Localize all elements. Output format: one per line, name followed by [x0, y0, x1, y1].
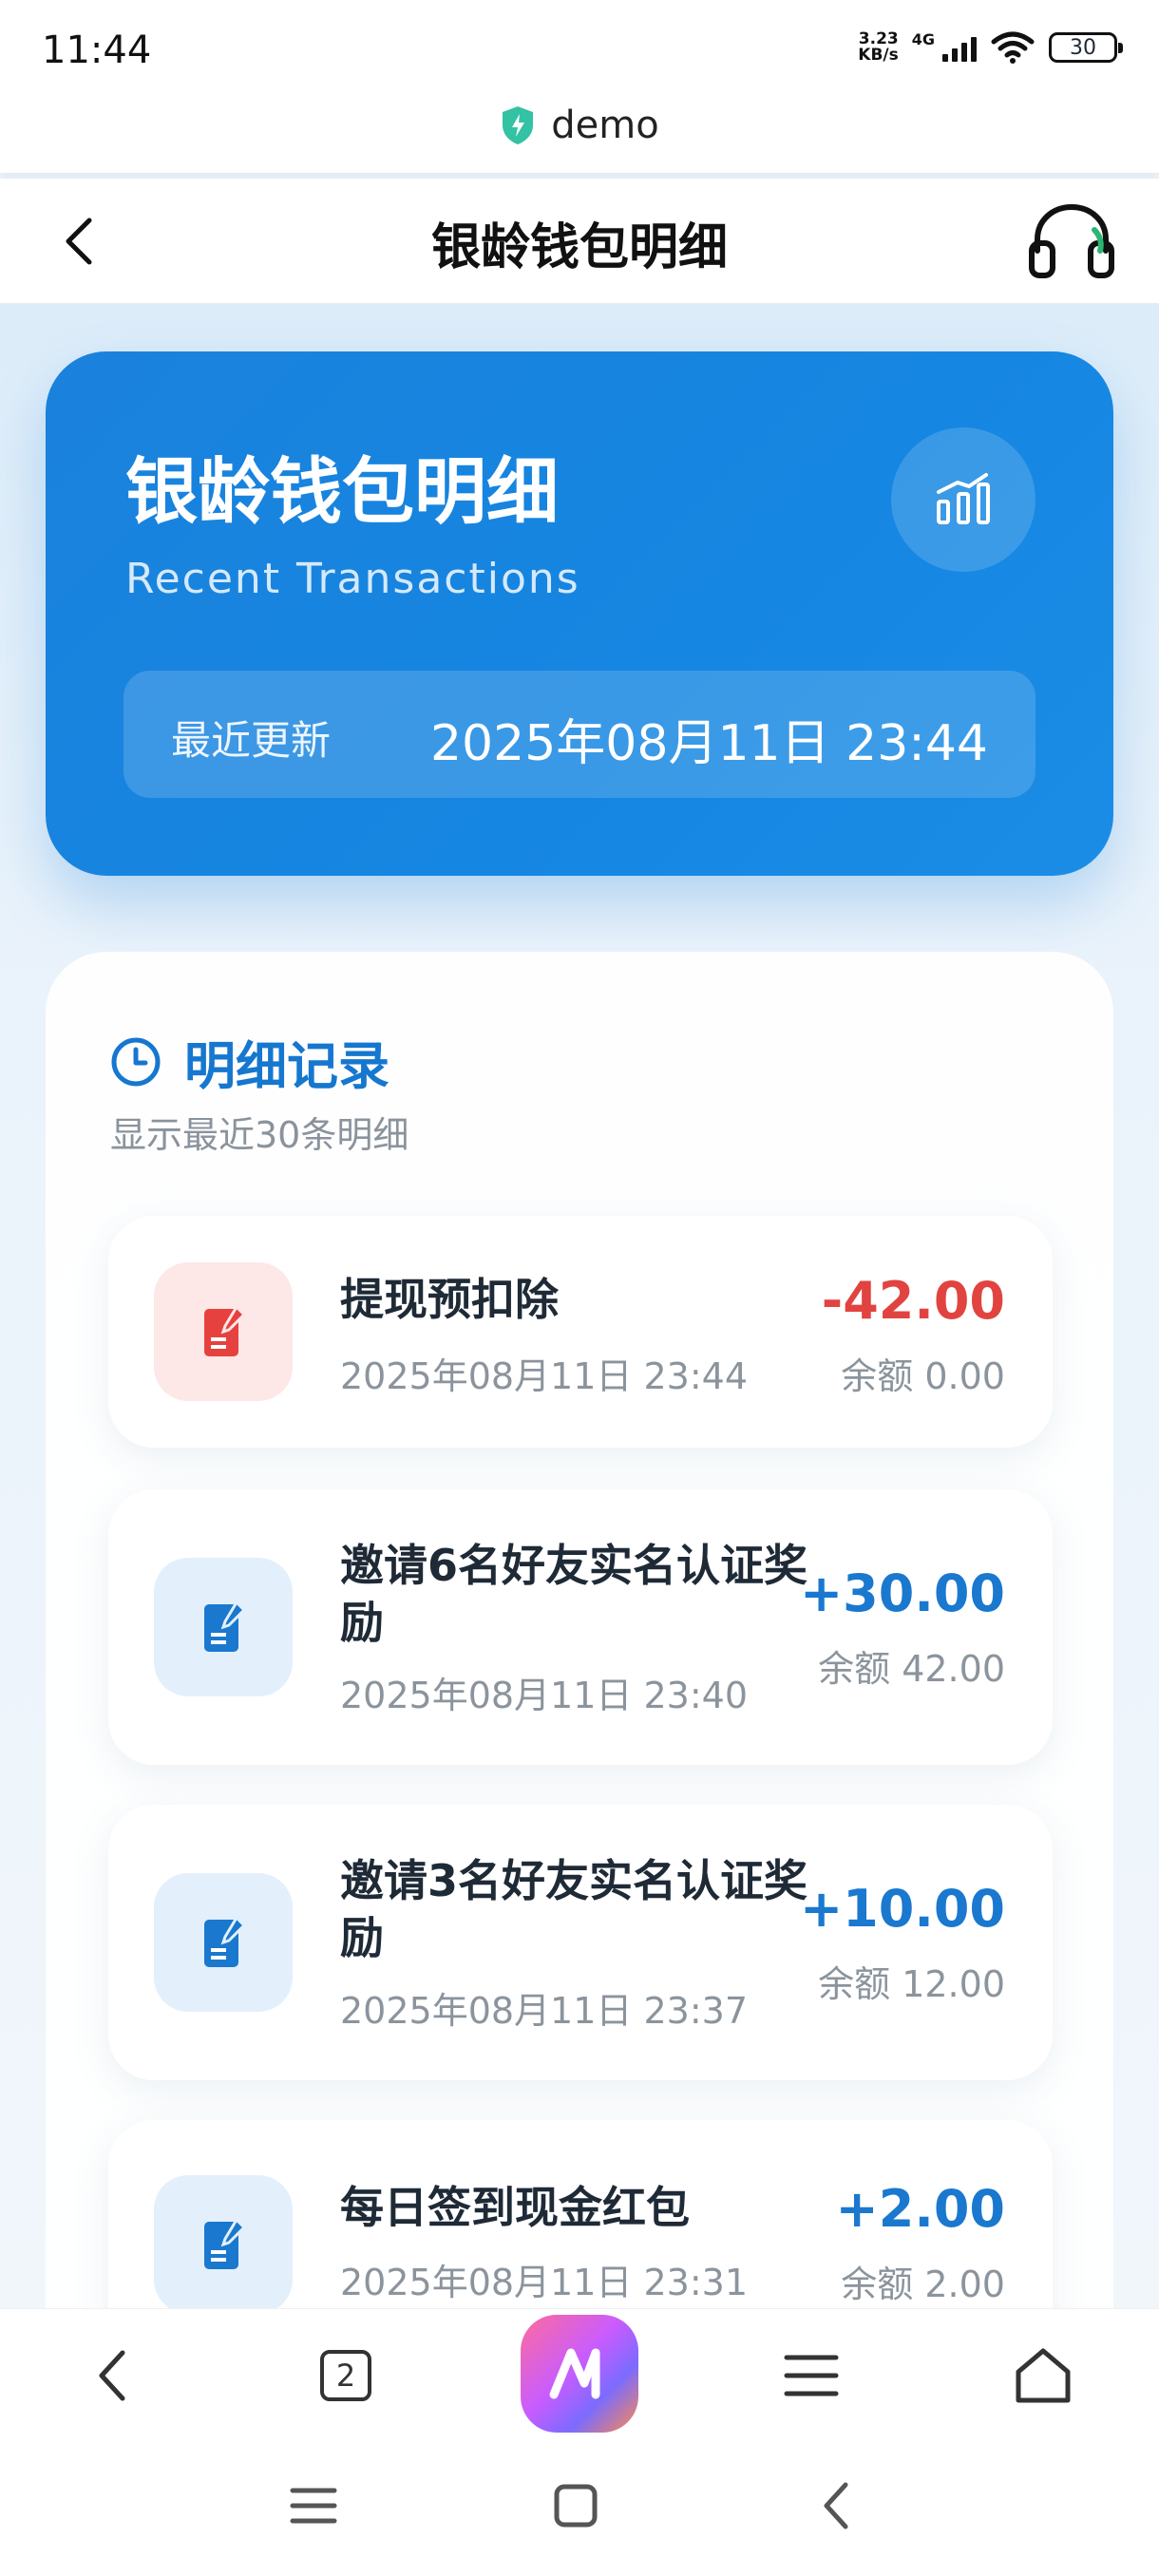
transaction-title: 邀请6名好友实名认证奖励: [340, 1540, 808, 1648]
shield-icon: [503, 106, 534, 144]
home-button[interactable]: [1005, 2338, 1081, 2414]
network-type: 4G: [911, 29, 935, 48]
battery-icon: 30: [1049, 32, 1123, 63]
page-title: 银龄钱包明细: [430, 219, 728, 276]
status-icons: 3.23 KB/s 4G 30: [858, 29, 1123, 65]
browser-back-button[interactable]: [76, 2338, 152, 2414]
transaction-title: 邀请3名好友实名认证奖励: [340, 1855, 808, 1963]
transaction-time: 2025年08月11日 23:31: [340, 2262, 749, 2303]
summary-card: 银龄钱包明细 Recent Transactions 最近更新 2025年08月…: [46, 351, 1113, 876]
records-title: 明细记录: [184, 1036, 390, 1096]
status-time: 11:44: [42, 28, 152, 72]
browser-toolbar: 2: [0, 2308, 1159, 2439]
screen: 11:44 3.23 KB/s 4G 30 demo 银龄钱包明细 银龄钱包明细…: [0, 0, 1159, 2576]
browser-url-bar[interactable]: demo: [0, 78, 1159, 173]
home-icon: [1016, 2348, 1071, 2403]
transaction-time: 2025年08月11日 23:44: [340, 1355, 749, 1397]
ai-logo-icon: [549, 2348, 600, 2399]
transaction-time: 2025年08月11日 23:40: [340, 1675, 749, 1716]
transaction-amount: -42.00: [821, 1271, 1005, 1331]
transaction-balance: 余额 42.00: [818, 1648, 1005, 1690]
clock-icon: [111, 1037, 161, 1086]
document-icon: [154, 2175, 293, 2314]
transaction-balance: 余额 12.00: [818, 1963, 1005, 2005]
recents-icon[interactable]: [285, 2477, 342, 2534]
transaction-title: 提现预扣除: [340, 1274, 559, 1325]
transaction-amount: +2.00: [835, 2179, 1005, 2239]
transaction-item[interactable]: 邀请3名好友实名认证奖励 2025年08月11日 23:37 +10.00 余额…: [108, 1805, 1053, 2080]
tab-count: 2: [320, 2350, 371, 2401]
summary-subtitle: Recent Transactions: [125, 555, 580, 603]
system-navigation-bar: [0, 2439, 1159, 2576]
tabs-button[interactable]: 2: [308, 2338, 384, 2414]
transaction-balance: 余额 2.00: [841, 2263, 1005, 2305]
network-speed: 3.23 KB/s: [858, 31, 898, 64]
home-nav-icon[interactable]: [547, 2477, 604, 2534]
last-update-box: 最近更新 2025年08月11日 23:44: [124, 671, 1036, 798]
chart-bar-icon: [891, 427, 1036, 572]
transaction-amount: +10.00: [799, 1879, 1005, 1939]
network-speed-unit: KB/s: [858, 46, 899, 65]
menu-button[interactable]: [773, 2338, 849, 2414]
back-nav-icon[interactable]: [809, 2477, 866, 2534]
transaction-item[interactable]: 提现预扣除 2025年08月11日 23:44 -42.00 余额 0.00: [108, 1216, 1053, 1448]
signal-icon: [942, 33, 977, 62]
records-subtitle: 显示最近30条明细: [110, 1114, 409, 1156]
records-header: 明细记录: [110, 1024, 390, 1099]
document-icon: [154, 1873, 293, 2012]
headset-icon[interactable]: [1026, 201, 1117, 281]
document-icon: [154, 1558, 293, 1696]
last-update-value: 2025年08月11日 23:44: [429, 715, 988, 772]
records-panel: 明细记录 显示最近30条明细 提现预扣除 2025年08月11日 23:44 -…: [46, 952, 1113, 2377]
wifi-icon: [991, 31, 1035, 64]
site-name: demo: [551, 104, 659, 147]
ai-assistant-button[interactable]: [521, 2315, 638, 2433]
menu-icon: [784, 2355, 839, 2396]
transaction-amount: +30.00: [799, 1563, 1005, 1623]
chevron-left-icon: [99, 2350, 125, 2401]
transaction-title: 每日签到现金红包: [340, 2182, 690, 2233]
transaction-time: 2025年08月11日 23:37: [340, 1990, 749, 2032]
document-icon: [154, 1262, 293, 1401]
transaction-balance: 余额 0.00: [841, 1355, 1005, 1397]
summary-title: 银龄钱包明细: [125, 449, 559, 534]
last-update-label: 最近更新: [171, 717, 332, 764]
battery-level: 30: [1070, 35, 1096, 60]
transaction-item[interactable]: 邀请6名好友实名认证奖励 2025年08月11日 23:40 +30.00 余额…: [108, 1489, 1053, 1765]
page-header: 银龄钱包明细: [0, 179, 1159, 304]
